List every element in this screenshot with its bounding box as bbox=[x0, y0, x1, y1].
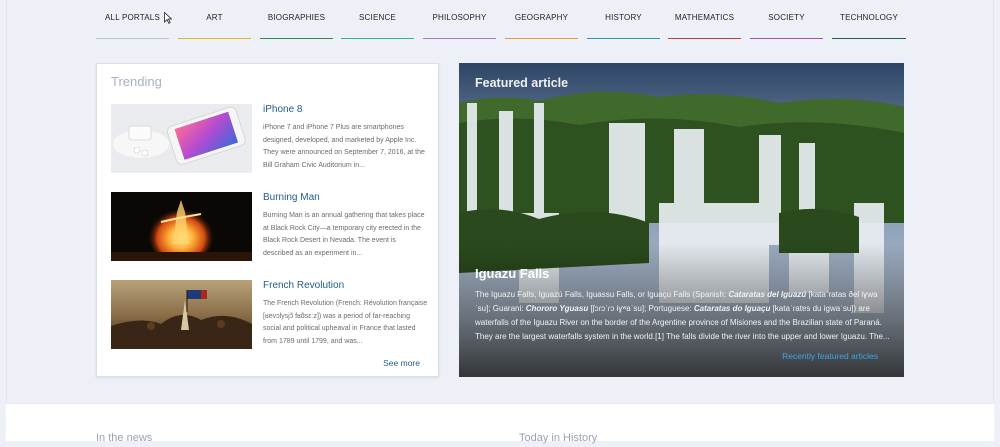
trending-item-heading[interactable]: iPhone 8 bbox=[263, 104, 302, 115]
nav-item-underline bbox=[832, 37, 906, 39]
nav-item-biographies[interactable]: BIOGRAPHIES bbox=[260, 0, 333, 40]
trending-item-french-revolution[interactable]: French Revolution The French Revolution … bbox=[111, 280, 427, 362]
trending-item-heading[interactable]: French Revolution bbox=[263, 280, 344, 291]
trending-item-burning-man[interactable]: Burning Man Burning Man is an annual gat… bbox=[111, 192, 427, 274]
nav-item-underline bbox=[96, 37, 169, 39]
nav-item-history[interactable]: HISTORY bbox=[587, 0, 660, 40]
nav-item-underline bbox=[341, 37, 414, 39]
nav-item-society[interactable]: SOCIETY bbox=[750, 0, 823, 40]
nav-item-art[interactable]: ART bbox=[178, 0, 251, 40]
trending-item-iphone[interactable]: iPhone 8 iPhone 7 and iPhone 7 Plus are … bbox=[111, 104, 427, 186]
see-more-link[interactable]: See more bbox=[383, 358, 420, 368]
nav-item-label: HISTORY bbox=[605, 13, 642, 22]
nav-item-science[interactable]: SCIENCE bbox=[341, 0, 414, 40]
featured-article-text: The Iguazu Falls, Iguazú Falls, Iguassu … bbox=[475, 290, 890, 341]
in-the-news-heading: In the news bbox=[96, 432, 153, 444]
nav-item-label: ALL PORTALS bbox=[105, 13, 160, 22]
nav-item-geography[interactable]: GEOGRAPHY bbox=[505, 0, 578, 40]
nav-item-mathematics[interactable]: MATHEMATICS bbox=[668, 0, 741, 40]
trending-item-heading[interactable]: Burning Man bbox=[263, 192, 320, 203]
lower-section: In the news Today in History bbox=[6, 403, 994, 444]
nav-item-underline bbox=[750, 37, 823, 39]
trending-item-text: The French Revolution (French: Révolutio… bbox=[263, 300, 428, 345]
nav-item-label: TECHNOLOGY bbox=[839, 13, 898, 22]
nav-item-all-portals[interactable]: ALL PORTALS bbox=[96, 0, 169, 40]
nav-item-label: BIOGRAPHIES bbox=[267, 13, 326, 22]
featured-article-card[interactable]: Featured article Iguazu Falls The Iguazu… bbox=[459, 63, 904, 377]
nav-item-label: PHILOSOPHY bbox=[432, 13, 487, 22]
nav-item-label: SOCIETY bbox=[768, 13, 805, 22]
nav-item-underline bbox=[178, 37, 251, 39]
today-in-history-heading: Today in History bbox=[519, 432, 598, 444]
nav-item-label: ART bbox=[206, 13, 223, 22]
trending-card: Trending iPhone 8 iPhone 7 and iPhone 7 … bbox=[96, 63, 439, 377]
nav-item-underline bbox=[260, 37, 333, 39]
nav-item-label: GEOGRAPHY bbox=[514, 13, 569, 22]
fire-image[interactable] bbox=[111, 192, 252, 261]
nav-item-underline bbox=[505, 37, 578, 39]
nav-item-technology[interactable]: TECHNOLOGY bbox=[832, 0, 906, 40]
nav-item-label: SCIENCE bbox=[359, 13, 396, 22]
featured-article-title[interactable]: Iguazu Falls bbox=[475, 266, 549, 281]
painting-image[interactable] bbox=[111, 280, 252, 349]
nav-item-label: MATHEMATICS bbox=[674, 13, 735, 22]
trending-title: Trending bbox=[111, 74, 162, 89]
nav-item-underline bbox=[668, 37, 741, 39]
portal-nav: ALL PORTALS ART BIOGRAPHIES SCIENCE PHILOSOP… bbox=[96, 0, 906, 40]
featured-article-label: Featured article bbox=[475, 76, 569, 90]
trending-item-text: Burning Man is an annual gathering that … bbox=[263, 212, 425, 257]
nav-item-underline bbox=[423, 37, 496, 39]
nav-item-philosophy[interactable]: PHILOSOPHY bbox=[423, 0, 496, 40]
phone-image[interactable] bbox=[111, 104, 252, 173]
trending-item-text: iPhone 7 and iPhone 7 Plus are smartphon… bbox=[263, 124, 425, 169]
mouse-cursor-icon bbox=[164, 12, 172, 24]
recently-featured-link[interactable]: Recently featured articles bbox=[782, 351, 878, 361]
nav-item-underline bbox=[587, 37, 660, 39]
